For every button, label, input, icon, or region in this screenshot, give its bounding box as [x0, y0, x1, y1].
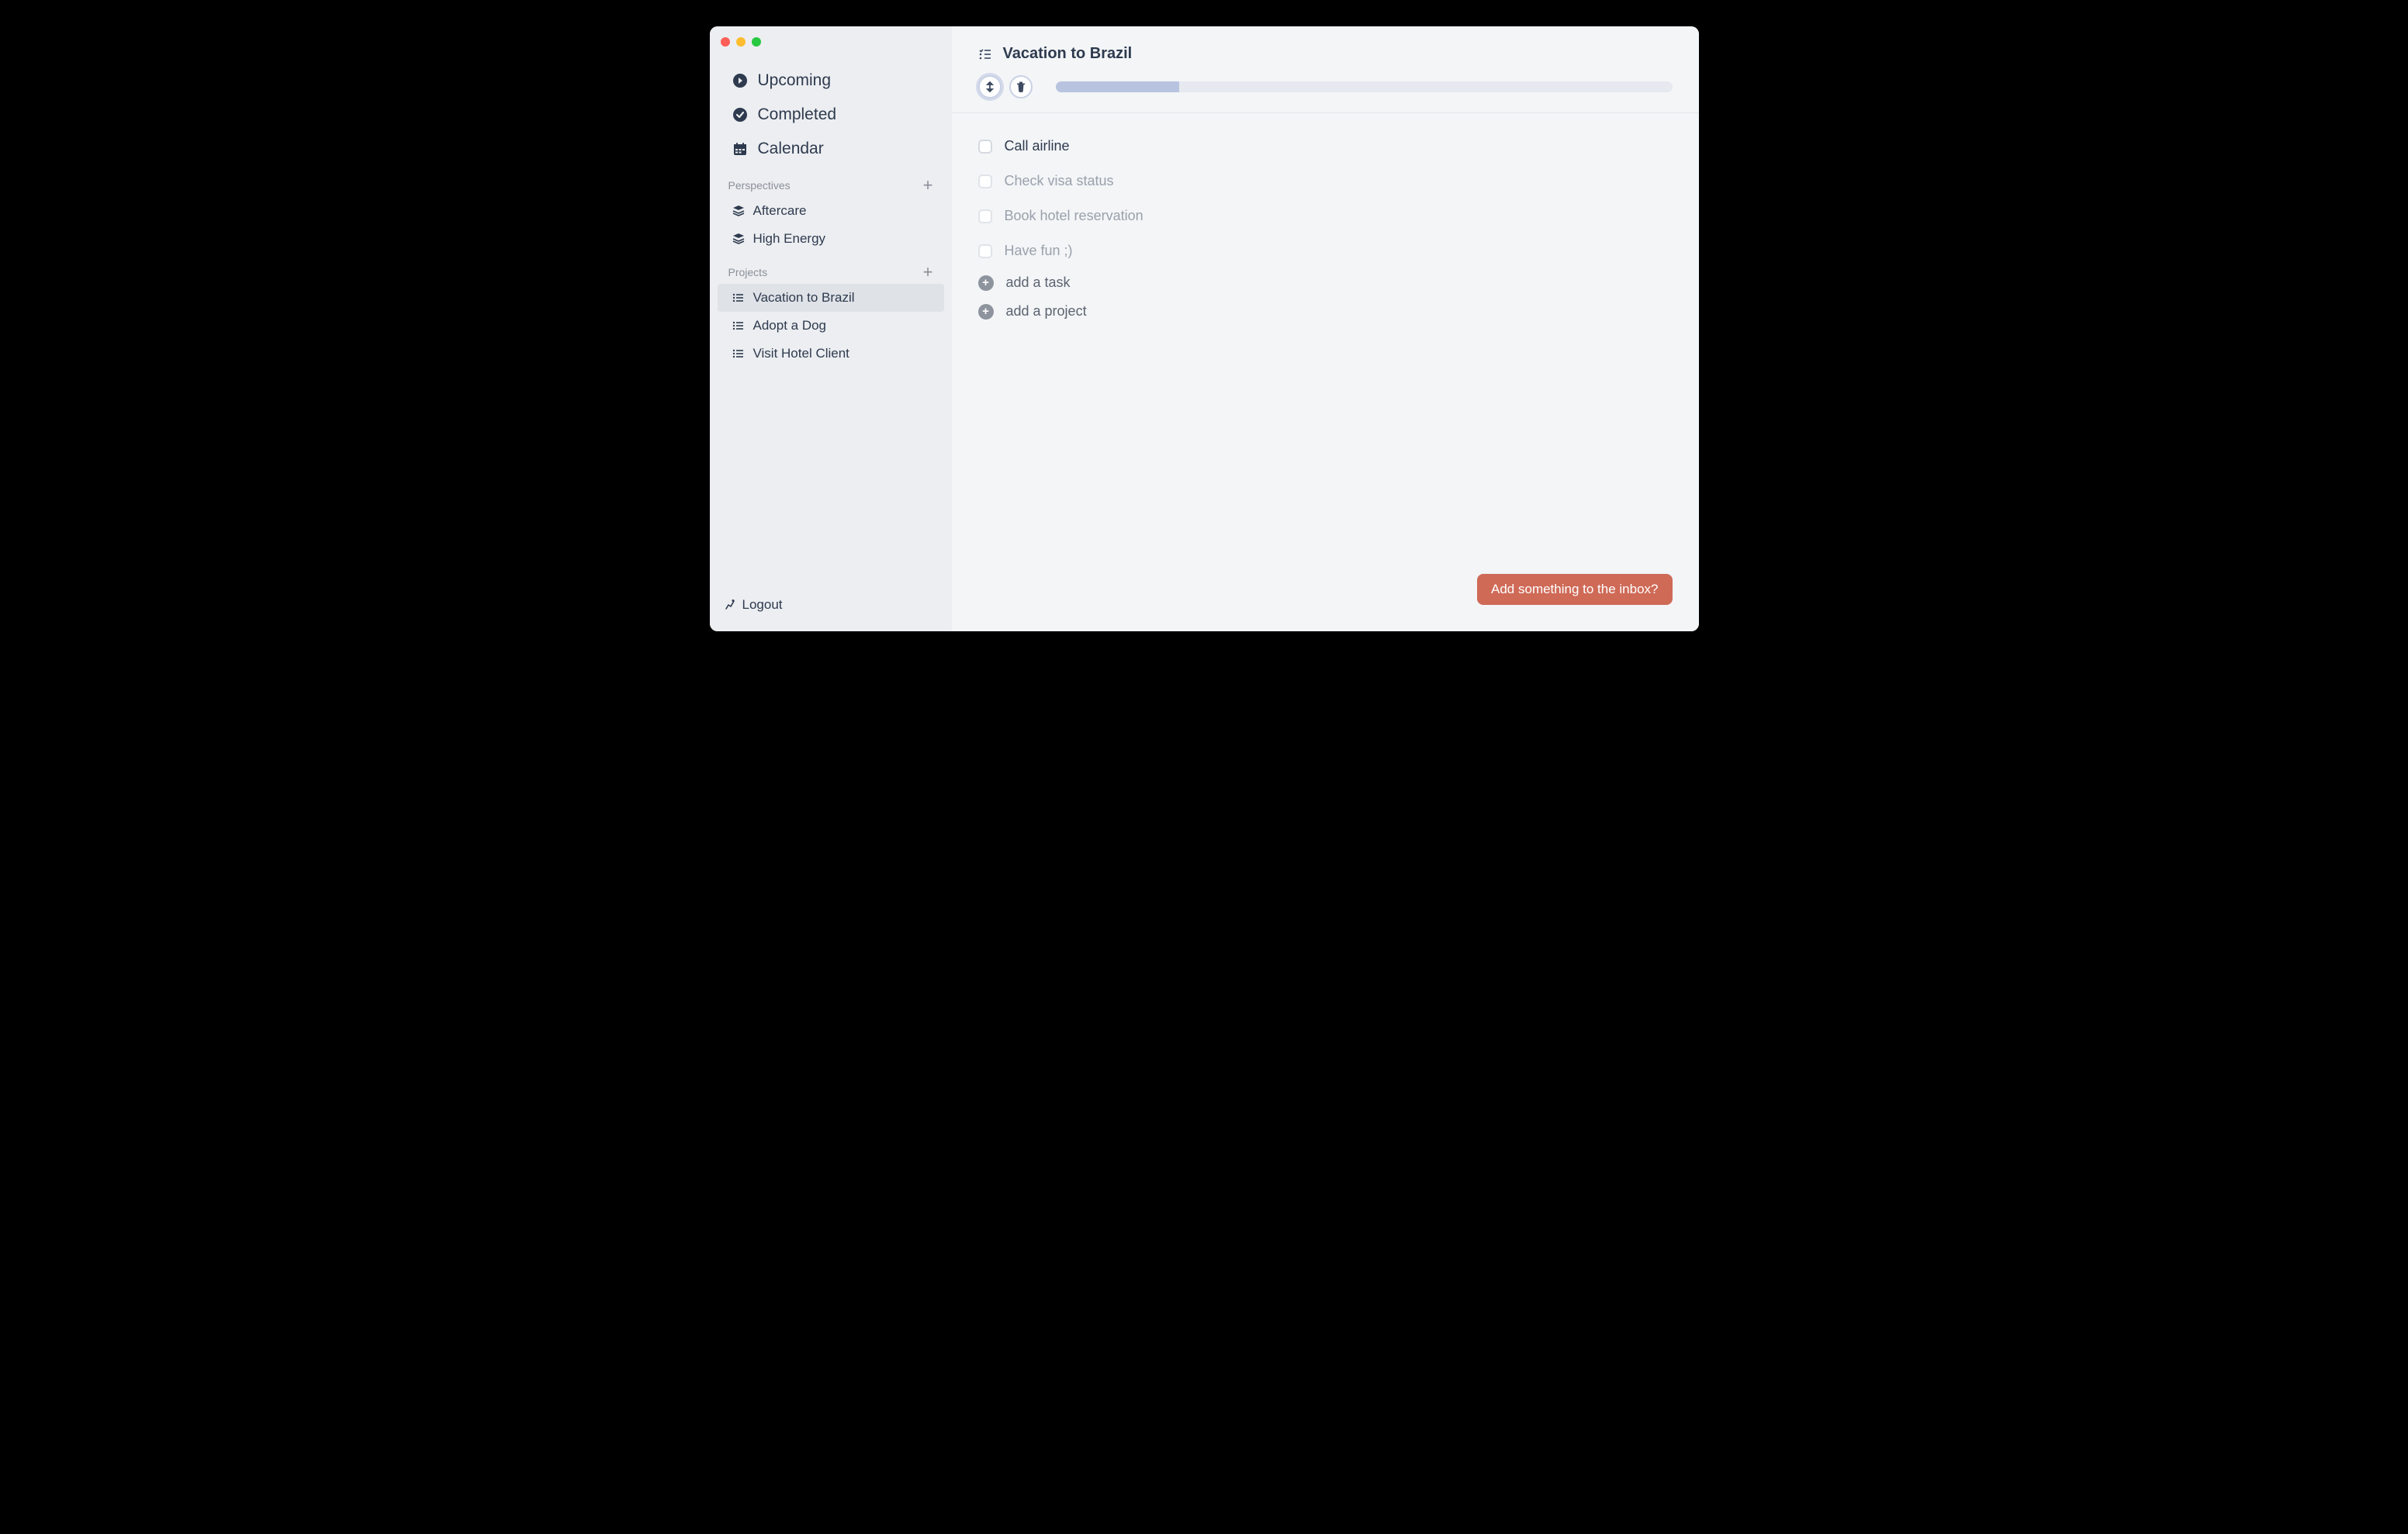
- layers-icon: [732, 233, 746, 245]
- nav-completed[interactable]: Completed: [710, 98, 952, 132]
- section-title: Projects: [728, 266, 768, 278]
- add-project-button[interactable]: +: [923, 264, 933, 281]
- close-window-button[interactable]: [721, 37, 730, 47]
- inbox-prompt-label: Add something to the inbox?: [1491, 582, 1658, 596]
- add-project-label: add a project: [1006, 303, 1087, 320]
- nav-label: Calendar: [758, 140, 824, 158]
- task-checkbox[interactable]: [978, 244, 992, 258]
- task-label: Have fun ;): [1005, 243, 1073, 259]
- list-icon: [732, 347, 746, 360]
- project-toolbar: [978, 75, 1673, 98]
- task-row[interactable]: Call airline: [978, 129, 1673, 164]
- sidebar: Upcoming Completed Calendar Perspectives…: [710, 26, 952, 631]
- task-checkbox[interactable]: [978, 209, 992, 223]
- project-title-row: Vacation to Brazil: [978, 45, 1673, 63]
- checklist-icon: [978, 47, 992, 61]
- task-label: Check visa status: [1005, 173, 1114, 189]
- logout-button[interactable]: Logout: [724, 597, 938, 613]
- section-title: Perspectives: [728, 179, 791, 192]
- project-item-vacation[interactable]: Vacation to Brazil: [718, 284, 944, 312]
- layers-icon: [732, 205, 746, 217]
- projects-header: Projects +: [710, 253, 952, 284]
- add-task-button[interactable]: + add a task: [978, 268, 1673, 297]
- progress-fill: [1056, 81, 1179, 92]
- list-icon: [732, 320, 746, 332]
- task-row[interactable]: Book hotel reservation: [978, 199, 1673, 233]
- task-label: Book hotel reservation: [1005, 208, 1143, 224]
- task-checkbox[interactable]: [978, 140, 992, 154]
- delete-button[interactable]: [1009, 75, 1033, 98]
- project-item-visit-hotel-client[interactable]: Visit Hotel Client: [710, 340, 952, 368]
- nav-label: Completed: [758, 105, 837, 124]
- inbox-add-button[interactable]: Add something to the inbox?: [1477, 574, 1672, 605]
- add-subproject-button[interactable]: + add a project: [978, 297, 1673, 326]
- check-circle-icon: [732, 107, 749, 123]
- minimize-window-button[interactable]: [736, 37, 746, 47]
- perspectives-header: Perspectives +: [710, 166, 952, 197]
- add-perspective-button[interactable]: +: [923, 177, 933, 194]
- nav-label: Upcoming: [758, 71, 832, 90]
- plus-circle-icon: +: [978, 275, 994, 291]
- nav-calendar[interactable]: Calendar: [710, 132, 952, 166]
- perspective-item-high-energy[interactable]: High Energy: [710, 225, 952, 253]
- task-row[interactable]: Check visa status: [978, 164, 1673, 199]
- list-icon: [732, 292, 746, 304]
- project-label: Vacation to Brazil: [753, 290, 855, 306]
- task-checkbox[interactable]: [978, 174, 992, 188]
- logout-icon: [724, 599, 736, 611]
- maximize-window-button[interactable]: [752, 37, 761, 47]
- main-header: Vacation to Brazil: [952, 26, 1699, 113]
- main-panel: Vacation to Brazil: [952, 26, 1699, 631]
- perspective-label: High Energy: [753, 231, 826, 247]
- perspective-label: Aftercare: [753, 203, 807, 219]
- nav-upcoming[interactable]: Upcoming: [710, 64, 952, 98]
- task-row[interactable]: Have fun ;): [978, 233, 1673, 268]
- project-item-adopt-dog[interactable]: Adopt a Dog: [710, 312, 952, 340]
- chevron-circle-icon: [732, 73, 749, 88]
- add-task-label: add a task: [1006, 275, 1071, 291]
- app-window: Upcoming Completed Calendar Perspectives…: [710, 26, 1699, 631]
- project-label: Adopt a Dog: [753, 318, 827, 333]
- project-title: Vacation to Brazil: [1003, 45, 1133, 63]
- reorder-button[interactable]: [978, 75, 1002, 98]
- window-controls: [721, 37, 761, 47]
- plus-circle-icon: +: [978, 304, 994, 320]
- project-label: Visit Hotel Client: [753, 346, 849, 361]
- progress-bar: [1056, 81, 1673, 92]
- task-list: Call airline Check visa status Book hote…: [952, 113, 1699, 341]
- sort-icon: [985, 81, 995, 92]
- trash-icon: [1016, 81, 1026, 92]
- logout-label: Logout: [742, 597, 783, 613]
- task-label: Call airline: [1005, 138, 1070, 154]
- perspective-item-aftercare[interactable]: Aftercare: [710, 197, 952, 225]
- calendar-icon: [732, 141, 749, 157]
- sidebar-footer: Logout: [710, 597, 952, 631]
